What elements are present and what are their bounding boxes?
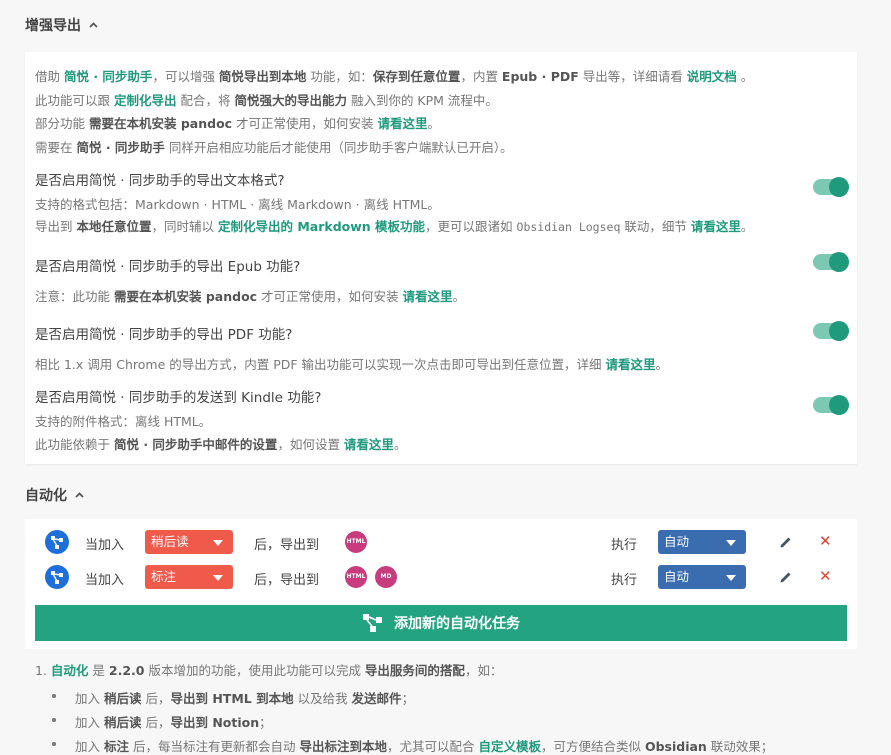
trigger-select[interactable]: 标注 [145,565,233,589]
mode-select[interactable]: 自动 [658,530,746,554]
auto-note-1: 1. 自动化 是 2.2.0 版本增加的功能，使用此功能可以完成 导出服务间的搭… [35,663,503,678]
option-epub-desc: 注意：此功能 需要在本机安装 pandoc 才可正常使用，如何安装 请看这里。 [35,289,466,304]
text-format-detail-link[interactable]: 请看这里 [691,219,741,234]
workflow-icon [363,614,382,632]
workflow-icon [45,530,69,554]
bullet-dot [52,718,56,722]
docs-link[interactable]: 说明文档 [687,69,737,84]
option-text-format-question: 是否启用简悦 · 同步助手的导出文本格式? [35,173,285,189]
custom-export-link[interactable]: 定制化导出 [114,93,177,108]
caret-down-icon [726,575,736,581]
kindle-toggle[interactable] [813,395,849,415]
auto-section-header[interactable]: 自动化 [25,485,84,505]
text-format-toggle[interactable] [813,177,849,197]
auto-section-title: 自动化 [25,488,67,504]
option-kindle-desc-1: 支持的附件格式：离线 HTML。 [35,414,212,429]
when-label: 当加入 [85,573,125,588]
html-export-badge[interactable]: HTML [345,566,367,588]
auto-note-bullet-2: 加入 稍后读 后，导出到 Notion； [75,715,272,730]
option-text-format-desc-2: 导出到 本地任意位置，同时辅以 定制化导出的 Markdown 模板功能，更可以… [35,219,754,234]
automation-row: 当加入 标注 后，导出到 HTML MD 执行 自动 ✕ [25,564,857,590]
trigger-select[interactable]: 稍后读 [145,530,233,554]
export-settings-card: 借助 简悦 · 同步助手，可以增强 简悦导出到本地 功能，如：保存到任意位置，内… [25,52,857,464]
chevron-up-icon [89,22,98,28]
delete-icon[interactable]: ✕ [819,532,832,550]
when-label: 当加入 [85,538,125,553]
caret-down-icon [213,575,223,581]
auto-note-bullet-1: 加入 稍后读 后，导出到 HTML 到本地 以及给我 发送邮件； [75,691,415,706]
option-kindle-question: 是否启用简悦 · 同步助手的发送到 Kindle 功能? [35,390,322,406]
pdf-toggle[interactable] [813,321,849,341]
exec-label: 执行 [611,573,638,588]
option-kindle-desc-2: 此功能依赖于 简悦 · 同步助手中邮件的设置，如何设置 请看这里。 [35,437,407,452]
edit-icon[interactable] [779,535,793,549]
epub-pandoc-link[interactable]: 请看这里 [403,289,453,304]
edit-icon[interactable] [779,570,793,584]
export-section-title: 增强导出 [25,18,81,34]
intro-line-1: 借助 简悦 · 同步助手，可以增强 简悦导出到本地 功能，如：保存到任意位置，内… [35,69,754,84]
md-export-badge[interactable]: MD [375,566,397,588]
delete-icon[interactable]: ✕ [819,567,832,585]
kindle-detail-link[interactable]: 请看这里 [344,437,394,452]
md-template-link[interactable]: 定制化导出的 Markdown 模板功能 [218,219,425,234]
option-text-format-desc-1: 支持的格式包括：Markdown · HTML · 离线 Markdown · … [35,197,440,212]
html-export-badge[interactable]: HTML [345,531,367,553]
epub-toggle[interactable] [813,252,849,272]
intro-line-2: 此功能可以跟 定制化导出 配合，将 简悦强大的导出能力 融入到你的 KPM 流程… [35,93,498,108]
intro-line-3: 部分功能 需要在本机安装 pandoc 才可正常使用，如何安装 请看这里。 [35,116,441,131]
bullet-dot [52,742,56,746]
option-pdf-desc: 相比 1.x 调用 Chrome 的导出方式，内置 PDF 输出功能可以实现一次… [35,357,669,372]
exec-label: 执行 [611,538,638,553]
pandoc-install-link[interactable]: 请看这里 [378,116,428,131]
pdf-detail-link[interactable]: 请看这里 [606,357,656,372]
caret-down-icon [726,540,736,546]
then-label: 后，导出到 [254,573,320,588]
mode-select[interactable]: 自动 [658,565,746,589]
export-section-header[interactable]: 增强导出 [25,15,98,35]
option-pdf-question: 是否启用简悦 · 同步助手的导出 PDF 功能? [35,327,293,343]
chevron-up-icon [75,492,84,498]
automation-row: 当加入 稍后读 后，导出到 HTML 执行 自动 ✕ [25,529,857,555]
caret-down-icon [213,540,223,546]
workflow-icon [45,565,69,589]
bullet-dot [52,694,56,698]
auto-note-bullet-3: 加入 标注 后，每当标注有更新都会自动 导出标注到本地，尤其可以配合 自定义模板… [75,739,774,754]
automation-card: 当加入 稍后读 后，导出到 HTML 执行 自动 ✕ 当加入 标注 后，导出到 … [25,519,857,649]
option-epub-question: 是否启用简悦 · 同步助手的导出 Epub 功能? [35,259,301,275]
then-label: 后，导出到 [254,538,320,553]
add-automation-button[interactable]: 添加新的自动化任务 [35,605,847,641]
intro-line-4: 需要在 简悦 · 同步助手 同样开启相应功能后才能使用（同步助手客户端默认已开启… [35,140,513,155]
